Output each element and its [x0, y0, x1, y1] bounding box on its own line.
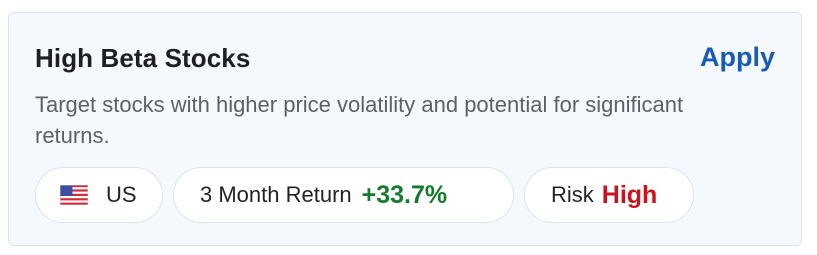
return-value: +33.7% — [361, 180, 448, 209]
risk-label: Risk — [551, 182, 594, 207]
apply-button[interactable]: Apply — [700, 42, 775, 73]
chip-row: US 3 Month Return +33.7% Risk High — [35, 167, 694, 223]
country-label: US — [106, 182, 137, 207]
card-description: Target stocks with higher price volatili… — [35, 92, 684, 148]
card-title: High Beta Stocks — [35, 43, 251, 73]
strategy-card[interactable]: High Beta Stocks Apply Target stocks wit… — [8, 12, 802, 246]
risk-value: High — [601, 180, 658, 209]
country-chip[interactable]: US — [35, 167, 163, 223]
us-flag-icon — [60, 185, 88, 205]
risk-chip[interactable]: Risk High — [524, 167, 694, 223]
return-label: 3 Month Return — [200, 182, 352, 207]
return-chip[interactable]: 3 Month Return +33.7% — [173, 167, 514, 223]
